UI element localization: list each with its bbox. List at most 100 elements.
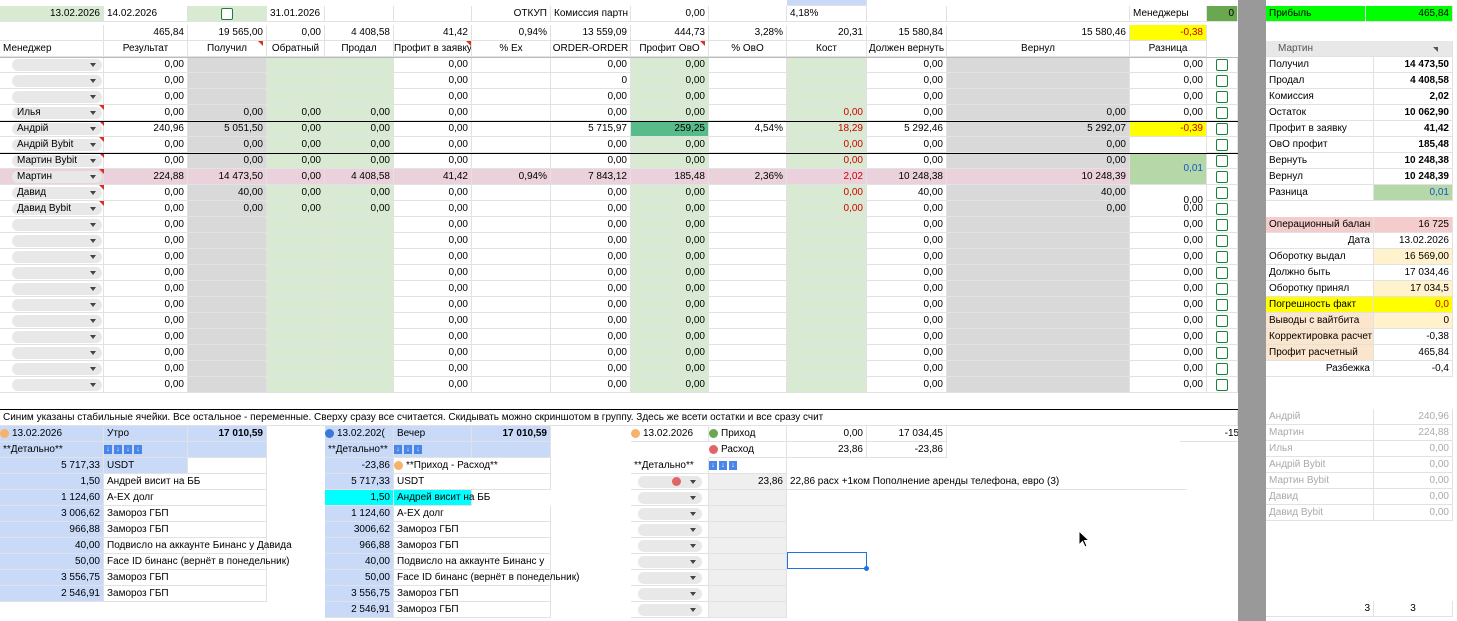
data-cell[interactable]: 0,00: [631, 153, 709, 169]
data-cell[interactable]: 0,00: [787, 153, 867, 169]
data-cell[interactable]: 0,00: [325, 361, 394, 377]
data-cell[interactable]: 0,00: [551, 345, 631, 361]
checkbox[interactable]: [1216, 139, 1228, 151]
data-cell[interactable]: [709, 361, 787, 377]
evening-desc[interactable]: Замороз ГБП: [394, 522, 551, 538]
data-cell[interactable]: 0,00: [631, 105, 709, 121]
checkbox[interactable]: [1216, 347, 1228, 359]
manager-dropdown[interactable]: [12, 299, 102, 311]
data-cell[interactable]: 0,00: [631, 281, 709, 297]
status-dropdown[interactable]: [638, 524, 702, 536]
data-cell[interactable]: [267, 297, 325, 313]
manager-dropdown[interactable]: Андрій Bybit: [12, 139, 102, 151]
arrow-down-icon[interactable]: ↓: [114, 444, 122, 454]
arrow-icons[interactable]: ↓ ↓ ↓: [394, 442, 472, 458]
status-dropdown[interactable]: [638, 556, 702, 568]
data-cell[interactable]: [472, 217, 551, 233]
data-cell[interactable]: 0,00: [631, 89, 709, 105]
data-cell[interactable]: 0,00: [867, 153, 947, 169]
data-cell[interactable]: 0,00: [394, 377, 472, 393]
status-dropdown[interactable]: [638, 476, 702, 488]
data-cell[interactable]: [188, 265, 267, 281]
data-cell[interactable]: [472, 57, 551, 73]
data-cell[interactable]: 0,00: [325, 281, 394, 297]
arrow-down-icon[interactable]: ↓: [404, 444, 412, 454]
data-cell[interactable]: 0,00: [631, 329, 709, 345]
data-cell[interactable]: 0,00: [1130, 217, 1207, 233]
data-cell[interactable]: [188, 249, 267, 265]
manager-dropdown[interactable]: Давид: [12, 187, 102, 199]
data-cell[interactable]: 0,00: [394, 137, 472, 153]
data-cell[interactable]: 0,00: [867, 105, 947, 121]
checkbox[interactable]: [1216, 331, 1228, 343]
data-cell[interactable]: 0,00: [188, 201, 267, 217]
morning-desc[interactable]: Подвисло на аккаунте Бинанс у Давида: [104, 538, 292, 554]
selected-cell[interactable]: [787, 552, 867, 569]
data-cell[interactable]: 0,00: [867, 217, 947, 233]
data-cell[interactable]: 0,00: [104, 345, 188, 361]
data-cell[interactable]: [188, 281, 267, 297]
data-cell[interactable]: 240,96: [104, 121, 188, 137]
data-cell[interactable]: [709, 105, 787, 121]
manager-dropdown[interactable]: [12, 235, 102, 247]
data-cell[interactable]: 0,00: [867, 233, 947, 249]
data-cell[interactable]: [472, 201, 551, 217]
status-dropdown[interactable]: [638, 492, 702, 504]
checkbox[interactable]: [1216, 379, 1228, 391]
data-cell[interactable]: 0,00: [394, 361, 472, 377]
data-cell[interactable]: 0,00: [325, 377, 394, 393]
data-cell[interactable]: 0,00: [1130, 73, 1207, 89]
morning-amount[interactable]: 50,00: [0, 554, 104, 570]
status-dropdown[interactable]: [638, 572, 702, 584]
data-cell[interactable]: 0,00: [551, 89, 631, 105]
data-cell[interactable]: [787, 265, 867, 281]
manager-dropdown[interactable]: Мартин: [12, 171, 102, 183]
data-cell[interactable]: 0,00: [394, 201, 472, 217]
data-cell[interactable]: 0,00: [104, 265, 188, 281]
arrow-down-icon[interactable]: ↓: [124, 444, 132, 454]
data-cell[interactable]: [472, 249, 551, 265]
manager-dropdown[interactable]: [12, 91, 102, 103]
data-cell[interactable]: 14 473,50: [188, 169, 267, 185]
checkbox[interactable]: [1216, 203, 1228, 215]
data-cell[interactable]: [472, 329, 551, 345]
data-cell[interactable]: 0,00: [551, 249, 631, 265]
data-cell[interactable]: 0,00: [104, 105, 188, 121]
data-cell[interactable]: [787, 89, 867, 105]
data-cell[interactable]: [787, 297, 867, 313]
evening-desc[interactable]: USDT: [394, 474, 551, 490]
data-cell[interactable]: 0,00: [325, 153, 394, 169]
data-cell[interactable]: 0,00: [325, 89, 394, 105]
data-cell[interactable]: 0,00: [104, 217, 188, 233]
data-cell[interactable]: 0,00: [104, 73, 188, 89]
data-cell[interactable]: [472, 377, 551, 393]
data-cell[interactable]: [787, 313, 867, 329]
data-cell[interactable]: 4 408,58: [325, 169, 394, 185]
morning-amount[interactable]: 1,50: [0, 474, 104, 490]
data-cell[interactable]: 0,00: [325, 57, 394, 73]
data-cell[interactable]: 0,00: [325, 185, 394, 201]
data-cell[interactable]: [472, 313, 551, 329]
data-cell[interactable]: 0,00: [394, 89, 472, 105]
evening-amount[interactable]: 40,00: [325, 554, 394, 570]
data-cell[interactable]: 0,00: [325, 329, 394, 345]
data-cell[interactable]: 0,00: [1130, 57, 1207, 73]
data-cell[interactable]: 0,00: [104, 233, 188, 249]
data-cell[interactable]: 0,00: [551, 105, 631, 121]
data-cell[interactable]: 0,00: [325, 121, 394, 137]
data-cell[interactable]: [267, 281, 325, 297]
data-cell[interactable]: 0,00: [867, 249, 947, 265]
data-cell[interactable]: 0,00: [631, 345, 709, 361]
data-cell[interactable]: -0,39: [1130, 121, 1207, 137]
data-cell[interactable]: 0,00: [394, 185, 472, 201]
data-cell[interactable]: [472, 137, 551, 153]
data-cell[interactable]: 0,00: [325, 249, 394, 265]
data-cell[interactable]: [267, 73, 325, 89]
data-cell[interactable]: [188, 57, 267, 73]
data-cell[interactable]: [787, 345, 867, 361]
evening-amount[interactable]: 966,88: [325, 538, 394, 554]
evening-amount[interactable]: 1 124,60: [325, 506, 394, 522]
data-cell[interactable]: [709, 345, 787, 361]
arrow-icons[interactable]: ↓ ↓ ↓ ↓: [104, 442, 188, 458]
data-cell[interactable]: 0,00: [104, 281, 188, 297]
